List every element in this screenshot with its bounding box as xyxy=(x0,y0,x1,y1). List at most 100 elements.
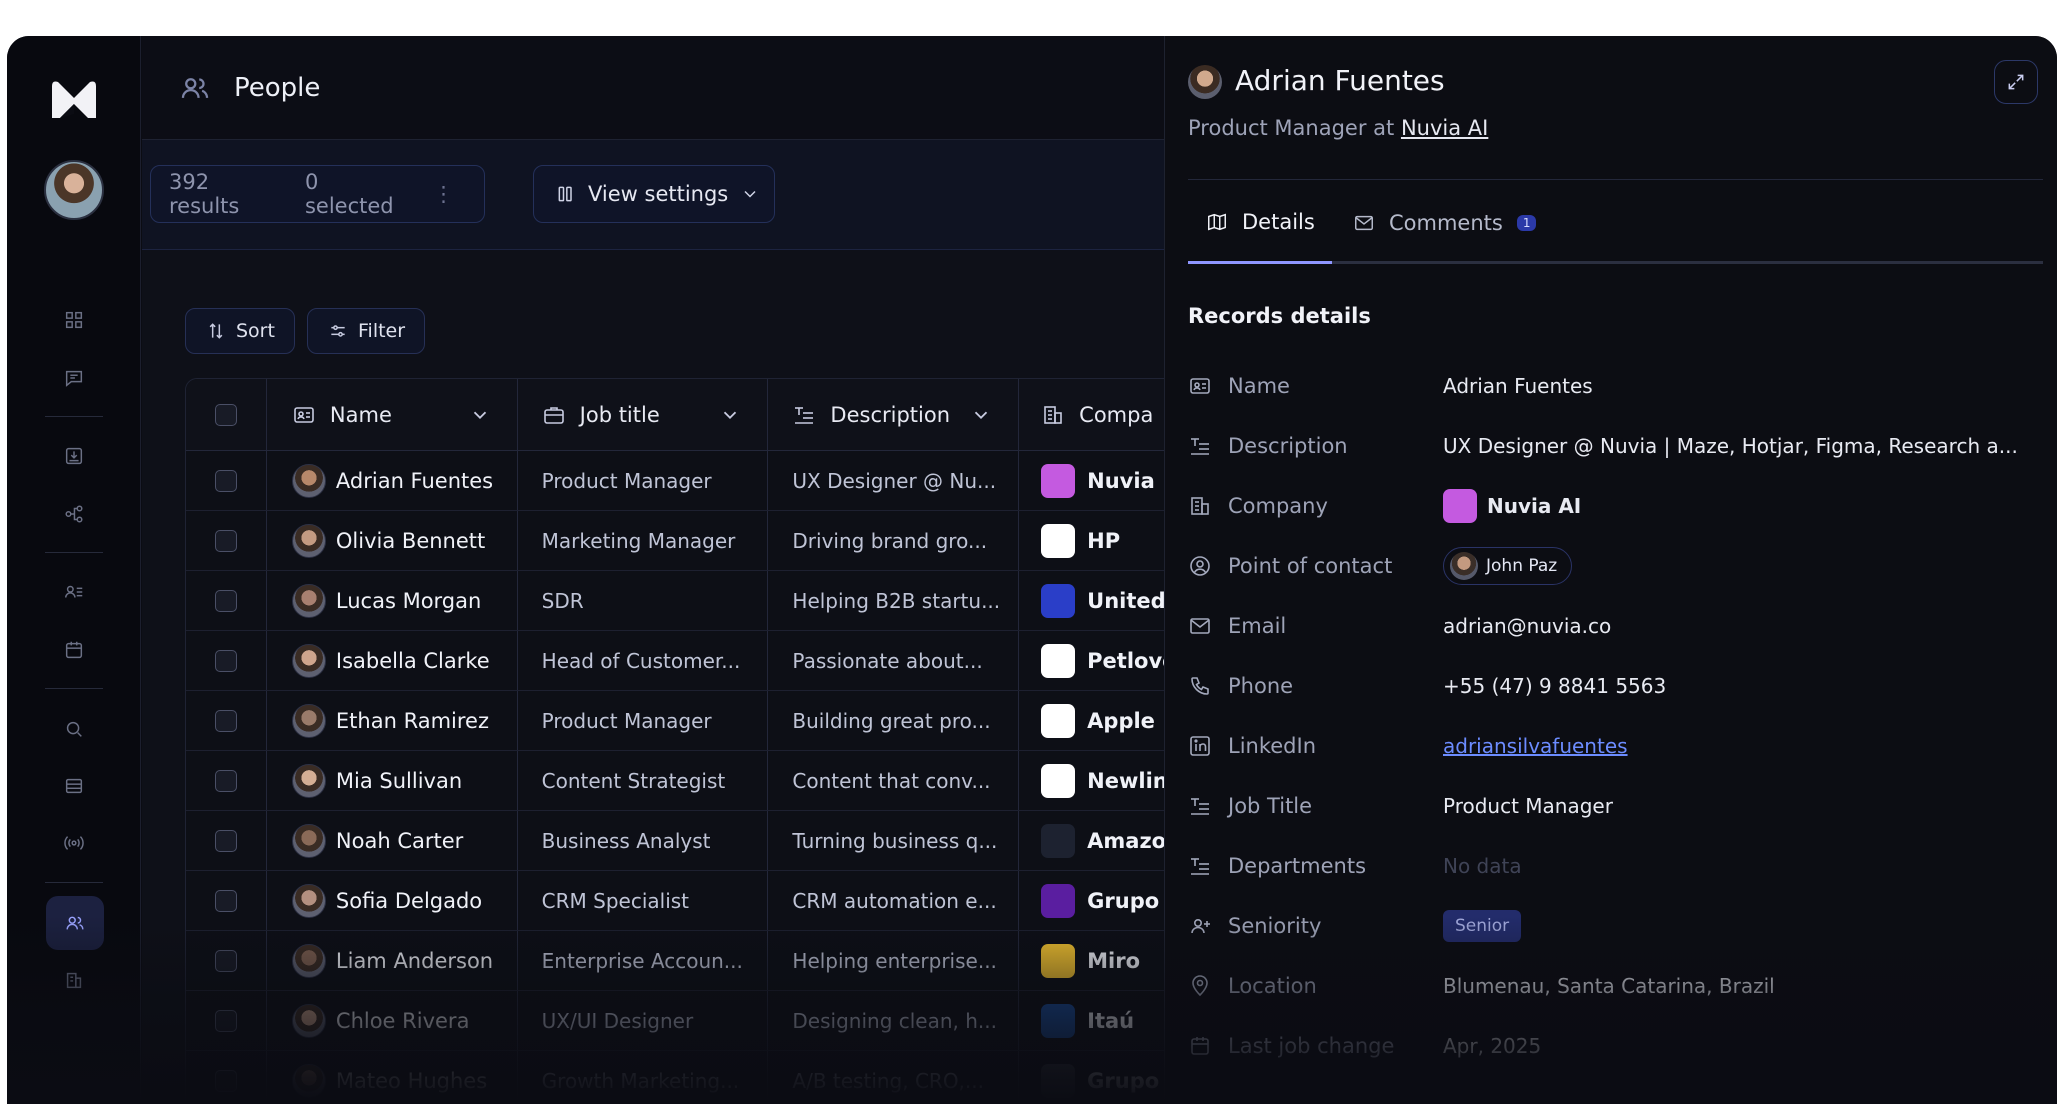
field-row-linkedin[interactable]: LinkedIn adriansilvafuentes xyxy=(1188,726,2043,766)
person-name[interactable]: Olivia Bennett xyxy=(336,529,485,553)
field-value[interactable]: Nuvia AI xyxy=(1487,494,1581,518)
field-row-location[interactable]: Location Blumenau, Santa Catarina, Brazil xyxy=(1188,966,2043,1006)
company-name[interactable]: Petlove xyxy=(1087,649,1165,673)
field-value[interactable]: Adrian Fuentes xyxy=(1443,374,2023,398)
field-value[interactable]: Apr, 2025 xyxy=(1443,1034,2023,1058)
row-checkbox[interactable] xyxy=(214,949,237,972)
table-row[interactable]: Ethan Ramirez Product Manager Building gre… xyxy=(186,691,1165,751)
field-row-description[interactable]: Description UX Designer @ Nuvia | Maze, H… xyxy=(1188,426,2043,466)
field-value[interactable]: Blumenau, Santa Catarina, Brazil xyxy=(1443,974,2023,998)
user-avatar[interactable] xyxy=(44,160,104,220)
table-row[interactable]: Adrian Fuentes Product Manager UX Designer… xyxy=(186,451,1165,511)
person-avatar xyxy=(291,703,326,738)
row-checkbox[interactable] xyxy=(214,469,237,492)
field-value[interactable]: UX Designer @ Nuvia | Maze, Hotjar, Figm… xyxy=(1443,434,2023,458)
field-row-phone[interactable]: Phone +55 (47) 9 8841 5563 xyxy=(1188,666,2043,706)
company-name[interactable]: Newlin xyxy=(1087,769,1165,793)
row-checkbox[interactable] xyxy=(214,709,237,732)
company-link[interactable]: Nuvia AI xyxy=(1401,116,1488,140)
field-row-last-job-change[interactable]: Last job change Apr, 2025 xyxy=(1188,1026,2043,1066)
column-header-name[interactable]: Name xyxy=(267,379,518,450)
field-value[interactable]: +55 (47) 9 8841 5563 xyxy=(1443,674,2023,698)
column-header-company[interactable]: Compa xyxy=(1019,379,1165,450)
company-name[interactable]: United xyxy=(1087,589,1165,613)
column-header-job-title[interactable]: Job title xyxy=(518,379,769,450)
table-icon[interactable] xyxy=(54,766,94,806)
field-row-job-title[interactable]: Job Title Product Manager xyxy=(1188,786,2043,826)
company-name[interactable]: Grupo xyxy=(1087,889,1159,913)
field-value[interactable]: Product Manager xyxy=(1443,794,2023,818)
linkedin-link[interactable]: adriansilvafuentes xyxy=(1443,734,2023,758)
field-value[interactable]: No data xyxy=(1443,854,2023,878)
person-name[interactable]: Sofia Delgado xyxy=(336,889,482,913)
chevron-down-icon[interactable] xyxy=(719,404,741,426)
table-row[interactable]: Liam Anderson Enterprise Accoun... Helping… xyxy=(186,931,1165,991)
person-name[interactable]: Mateo Hughes xyxy=(336,1069,487,1093)
person-name[interactable]: Ethan Ramirez xyxy=(336,709,489,733)
table-row[interactable]: Isabella Clarke Head of Customer... Passio… xyxy=(186,631,1165,691)
people-icon[interactable] xyxy=(46,896,104,950)
calendar-icon[interactable] xyxy=(54,630,94,670)
table-row[interactable]: Mia Sullivan Content Strategist Content th… xyxy=(186,751,1165,811)
table-row[interactable]: Lucas Morgan SDR Helping B2B startu... Unit… xyxy=(186,571,1165,631)
field-row-company[interactable]: Company Nuvia AI xyxy=(1188,486,2043,526)
field-value[interactable]: adrian@nuvia.co xyxy=(1443,614,2023,638)
description: Helping B2B startu... xyxy=(792,588,1001,613)
field-row-departments[interactable]: Departments No data xyxy=(1188,846,2043,886)
person-name[interactable]: Lucas Morgan xyxy=(336,589,481,613)
contact-chip[interactable]: John Paz xyxy=(1443,547,1573,585)
company-name[interactable]: Apple xyxy=(1087,709,1155,733)
chevron-down-icon[interactable] xyxy=(469,404,491,426)
select-all-checkbox[interactable] xyxy=(214,403,237,426)
column-header-description[interactable]: Description xyxy=(768,379,1020,450)
more-options-icon[interactable]: ⋮ xyxy=(433,182,454,206)
broadcast-icon[interactable] xyxy=(54,823,94,863)
table-row[interactable]: Mateo Hughes Growth Marketing... A/B testi… xyxy=(186,1051,1165,1104)
workflow-icon[interactable] xyxy=(54,494,94,534)
search-icon[interactable] xyxy=(54,709,94,749)
field-row-seniority[interactable]: Seniority Senior xyxy=(1188,906,2043,946)
company-name[interactable]: Miro xyxy=(1087,949,1140,973)
row-checkbox[interactable] xyxy=(214,1009,237,1032)
filter-button[interactable]: Filter xyxy=(307,308,425,354)
inbox-download-icon[interactable] xyxy=(54,436,94,476)
chat-icon[interactable] xyxy=(54,358,94,398)
app-logo-icon[interactable] xyxy=(50,78,98,120)
grid-icon[interactable] xyxy=(54,300,94,340)
expand-button[interactable] xyxy=(1994,60,2038,104)
field-row-email[interactable]: Email adrian@nuvia.co xyxy=(1188,606,2043,646)
row-checkbox[interactable] xyxy=(214,1069,237,1092)
field-row-name[interactable]: Name Adrian Fuentes xyxy=(1188,366,2043,406)
company-name[interactable]: Nuvia xyxy=(1087,469,1155,493)
row-checkbox[interactable] xyxy=(214,529,237,552)
tab-details[interactable]: Details xyxy=(1188,182,1332,264)
person-name[interactable]: Liam Anderson xyxy=(336,949,493,973)
contacts-list-icon[interactable] xyxy=(54,572,94,612)
company-name[interactable]: Amazo xyxy=(1087,829,1165,853)
row-checkbox[interactable] xyxy=(214,829,237,852)
person-name[interactable]: Adrian Fuentes xyxy=(336,469,493,493)
company-name[interactable]: Itaú xyxy=(1087,1009,1134,1033)
view-settings-button[interactable]: View settings xyxy=(533,165,775,223)
row-checkbox[interactable] xyxy=(214,889,237,912)
table-row[interactable]: Noah Carter Business Analyst Turning busin… xyxy=(186,811,1165,871)
company-building-icon[interactable] xyxy=(54,960,94,1000)
row-checkbox[interactable] xyxy=(214,589,237,612)
row-checkbox[interactable] xyxy=(214,649,237,672)
person-name[interactable]: Chloe Rivera xyxy=(336,1009,470,1033)
sort-button[interactable]: Sort xyxy=(185,308,295,354)
field-row-point-of-contact[interactable]: Point of contact John Paz xyxy=(1188,546,2043,586)
chevron-down-icon[interactable] xyxy=(970,404,992,426)
table-row[interactable]: Sofia Delgado CRM Specialist CRM automatio… xyxy=(186,871,1165,931)
table-row[interactable]: Olivia Bennett Marketing Manager Driving b… xyxy=(186,511,1165,571)
tab-comments[interactable]: Comments 1 xyxy=(1353,182,1537,264)
person-name[interactable]: Noah Carter xyxy=(336,829,463,853)
company-name[interactable]: Grupo xyxy=(1087,1069,1159,1093)
company-name[interactable]: HP xyxy=(1087,529,1120,553)
person-name[interactable]: Mia Sullivan xyxy=(336,769,462,793)
company-logo-icon xyxy=(1041,643,1076,678)
description: Turning business q... xyxy=(792,828,998,853)
table-row[interactable]: Chloe Rivera UX/UI Designer Designing clea… xyxy=(186,991,1165,1051)
row-checkbox[interactable] xyxy=(214,769,237,792)
person-name[interactable]: Isabella Clarke xyxy=(336,649,490,673)
